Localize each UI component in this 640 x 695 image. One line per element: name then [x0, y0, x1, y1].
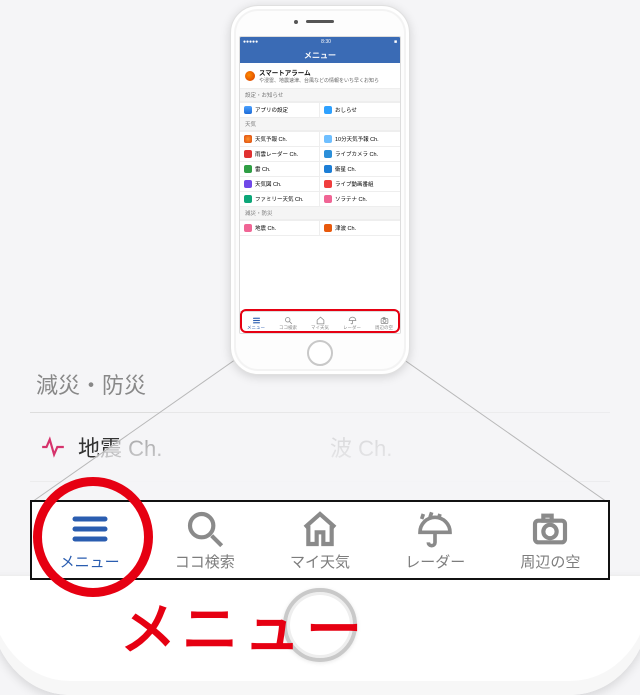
family-icon	[244, 195, 252, 203]
item-notice[interactable]: おしらせ	[320, 102, 400, 117]
tab-label: ココ検索	[175, 554, 235, 571]
nav-bar: メニュー	[240, 47, 400, 63]
section-header-weather: 天気	[240, 118, 400, 131]
phone-screen-small: ●●●●● 8:30 ■ メニュー スマートアラーム や浸雷、地震速津、台風など…	[239, 36, 401, 334]
item-forecast[interactable]: 天気予報 Ch.	[240, 131, 320, 146]
item-rain-radar[interactable]: 雨雲レーダー Ch.	[240, 146, 320, 161]
section-header-settings: 設定・お知らせ	[240, 89, 400, 102]
item-10min-forecast[interactable]: 10分天気予報 Ch.	[320, 131, 400, 146]
tab-search-sm[interactable]: ココ検索	[272, 315, 304, 331]
clock-icon	[324, 135, 332, 143]
item-soratena[interactable]: ソラテナ Ch.	[320, 191, 400, 206]
settings-grid: アプリの設定 おしらせ	[240, 102, 400, 118]
phone-earpiece	[306, 20, 334, 23]
nav-title: メニュー	[304, 50, 336, 61]
item-thunder[interactable]: 雷 Ch.	[240, 161, 320, 176]
weather-grid: 天気予報 Ch. 10分天気予報 Ch. 雨雲レーダー Ch. ライブカメラ C…	[240, 131, 400, 207]
tab-home[interactable]: マイ天気	[262, 509, 377, 572]
item-livecam[interactable]: ライブカメラ Ch.	[320, 146, 400, 161]
menu-icon	[252, 316, 261, 325]
search-icon	[185, 509, 225, 549]
section-header-disaster-sm: 減災・防災	[240, 207, 400, 220]
smart-alarm-row[interactable]: スマートアラーム や浸雷、地震速津、台風などの情報をいち早くお知ら	[240, 63, 400, 89]
list-item-label: 波 Ch.	[330, 431, 392, 463]
play-icon	[324, 180, 332, 188]
item-live-video[interactable]: ライブ動画番組	[320, 176, 400, 191]
tab-label: レーダー	[405, 554, 465, 571]
sun-icon	[244, 135, 252, 143]
status-bar: ●●●●● 8:30 ■	[240, 37, 400, 47]
tab-home-sm[interactable]: マイ天気	[304, 315, 336, 331]
pulse-icon	[244, 224, 252, 232]
tab-bar-small: メニュー ココ検索 マイ天気 レーダー 周辺の空	[240, 311, 400, 333]
tab-search[interactable]: ココ検索	[147, 509, 262, 572]
tab-radar[interactable]: レーダー	[378, 509, 493, 572]
radar-icon	[244, 150, 252, 158]
bolt-icon	[244, 165, 252, 173]
camera-icon	[530, 509, 570, 549]
status-battery: ■	[394, 39, 397, 45]
list-item-earthquake[interactable]: 地震 Ch.	[30, 412, 320, 481]
sensor-icon	[324, 195, 332, 203]
umbrella-icon	[348, 316, 357, 325]
phone-frame-small: ●●●●● 8:30 ■ メニュー スマートアラーム や浸雷、地震速津、台風など…	[230, 5, 410, 375]
alarm-icon	[245, 71, 255, 81]
item-earthquake-sm[interactable]: 地震 Ch.	[240, 220, 320, 235]
menu-icon	[70, 509, 110, 549]
tab-menu[interactable]: メニュー	[32, 509, 147, 572]
status-time: 8:30	[321, 39, 331, 45]
status-carrier: ●●●●●	[243, 39, 258, 45]
list-item-label: 地震 Ch.	[78, 431, 162, 463]
satellite-icon	[324, 165, 332, 173]
tab-label: メニュー	[60, 554, 120, 571]
tab-label: マイ天気	[290, 554, 350, 571]
list-item-tsunami[interactable]: 波 Ch.	[320, 412, 610, 481]
phone-camera-dot	[294, 20, 298, 24]
camera-icon	[380, 316, 389, 325]
tab-camera[interactable]: 周辺の空	[493, 509, 608, 572]
tab-label: 周辺の空	[520, 554, 580, 571]
search-icon	[284, 316, 293, 325]
pulse-icon	[40, 434, 66, 460]
tab-radar-sm[interactable]: レーダー	[336, 315, 368, 331]
info-icon	[324, 106, 332, 114]
home-icon	[316, 316, 325, 325]
disaster-grid: 地震 Ch. 津波 Ch.	[240, 220, 400, 236]
phone-home-button-small[interactable]	[307, 340, 333, 366]
tab-menu-sm[interactable]: メニュー	[240, 315, 272, 331]
wave-icon	[324, 224, 332, 232]
camera-icon	[324, 150, 332, 158]
item-satellite[interactable]: 衛星 Ch.	[320, 161, 400, 176]
alarm-text: スマートアラーム や浸雷、地震速津、台風などの情報をいち早くお知ら	[259, 67, 379, 84]
item-app-settings[interactable]: アプリの設定	[240, 102, 320, 117]
item-weather-map[interactable]: 天気図 Ch.	[240, 176, 320, 191]
item-family-weather[interactable]: ファミリー天気 Ch.	[240, 191, 320, 206]
gear-icon	[244, 106, 252, 114]
annotation-label: メニュー	[120, 585, 368, 666]
map-icon	[244, 180, 252, 188]
home-icon	[300, 509, 340, 549]
item-tsunami-sm[interactable]: 津波 Ch.	[320, 220, 400, 235]
umbrella-rain-icon	[415, 509, 455, 549]
tab-bar-large: メニュー ココ検索 マイ天気 レーダー 周辺の空	[30, 500, 610, 580]
tab-camera-sm[interactable]: 周辺の空	[368, 315, 400, 331]
